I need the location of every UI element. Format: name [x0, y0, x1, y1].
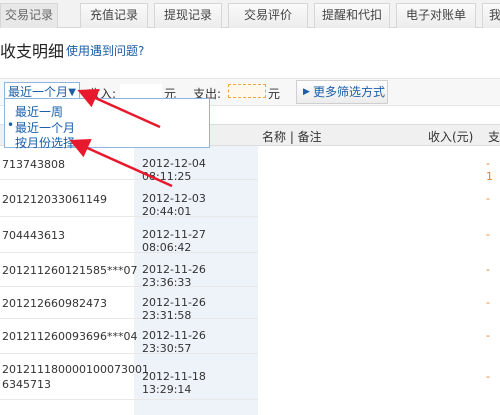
- expense-amount: -: [486, 192, 490, 205]
- tab-label: 交易评价: [243, 8, 292, 22]
- transaction-id: 201211180000100073001 6345713: [2, 363, 149, 391]
- transaction-time: 2012-12-03 20:44:01: [142, 192, 206, 218]
- income-value: [120, 84, 162, 98]
- tab-statements[interactable]: 电子对账单: [396, 3, 476, 28]
- tab-label: 提醒和代扣: [321, 8, 382, 22]
- table-row[interactable]: [0, 400, 258, 415]
- expense-value: [228, 84, 266, 98]
- more-filters-button[interactable]: ▶ 更多筛选方式: [296, 80, 388, 104]
- expense-amount: -: [486, 263, 490, 276]
- transaction-id: 201212033061149: [2, 193, 107, 206]
- period-dropdown: 最近一周 最近一个月 按月份选择: [4, 98, 210, 151]
- transaction-time: 2012-11-18 13:29:14: [142, 370, 206, 396]
- expense-amount: - 1: [486, 157, 493, 183]
- table-row[interactable]: 201211260121585***07 2012-11-26 23:36:33: [0, 253, 258, 289]
- header-name: 名称 | 备注: [262, 130, 322, 144]
- table-row[interactable]: 201211260093696***04 2012-11-26 23:30:57: [0, 319, 258, 355]
- table-row[interactable]: 201211180000100073001 6345713 2012-11-18…: [0, 354, 258, 400]
- table-row[interactable]: 201212660982473 2012-11-26 23:31:58: [0, 287, 258, 322]
- tab-more[interactable]: 我: [482, 3, 500, 28]
- transaction-id: 704443613: [2, 229, 65, 242]
- tab-label: 充值记录: [89, 8, 138, 22]
- table-row[interactable]: 201212033061149 2012-12-03 20:44:01: [0, 180, 258, 218]
- dropdown-item-by-month[interactable]: 按月份选择: [15, 134, 75, 151]
- tab-transactions[interactable]: 交易记录: [0, 3, 58, 28]
- transaction-id: 201211260093696***04: [2, 330, 138, 343]
- expense-amount: -: [486, 329, 490, 342]
- table-row[interactable]: 713743808 2012-12-04 08:11:25: [0, 146, 258, 183]
- transaction-time: 2012-11-26 23:30:57: [142, 329, 206, 355]
- expense-amount: -: [486, 370, 490, 383]
- expense-amount: -: [486, 228, 490, 241]
- tab-bar: 交易记录 充值记录 提现记录 交易评价 提醒和代扣 电子对账单 我: [0, 0, 500, 28]
- more-filters-label: 更多筛选方式: [313, 85, 386, 99]
- tab-label: 交易记录: [4, 8, 53, 22]
- tab-label: 我: [488, 8, 500, 22]
- transaction-id: 201212660982473: [2, 297, 107, 310]
- transaction-time: 2012-11-27 08:06:42: [142, 228, 206, 254]
- tab-recharge[interactable]: 充值记录: [80, 3, 148, 28]
- header-expense: 支: [488, 130, 500, 144]
- tab-label: 提现记录: [163, 8, 212, 22]
- period-select-value: 最近一个月: [8, 85, 69, 99]
- transaction-time: 2012-11-26 23:36:33: [142, 263, 206, 289]
- tab-reviews[interactable]: 交易评价: [228, 3, 308, 28]
- expense-amount: -: [486, 296, 490, 309]
- transaction-id: 713743808: [2, 158, 65, 171]
- page-title: 收支明细: [0, 42, 65, 61]
- expense-unit: 元: [268, 87, 281, 101]
- tab-withdraw[interactable]: 提现记录: [154, 3, 222, 28]
- table-row[interactable]: 704443613 2012-11-27 08:06:42: [0, 217, 258, 254]
- triangle-right-icon: ▶: [303, 87, 310, 97]
- header-income: 收入(元): [428, 130, 474, 144]
- table-body-right: [258, 146, 500, 415]
- help-link[interactable]: 使用遇到问题?: [66, 42, 144, 59]
- tab-label: 电子对账单: [405, 8, 466, 22]
- dropdown-item-week[interactable]: 最近一周: [15, 103, 63, 120]
- transaction-id: 201211260121585***07: [2, 264, 138, 277]
- tab-reminders[interactable]: 提醒和代扣: [314, 3, 390, 28]
